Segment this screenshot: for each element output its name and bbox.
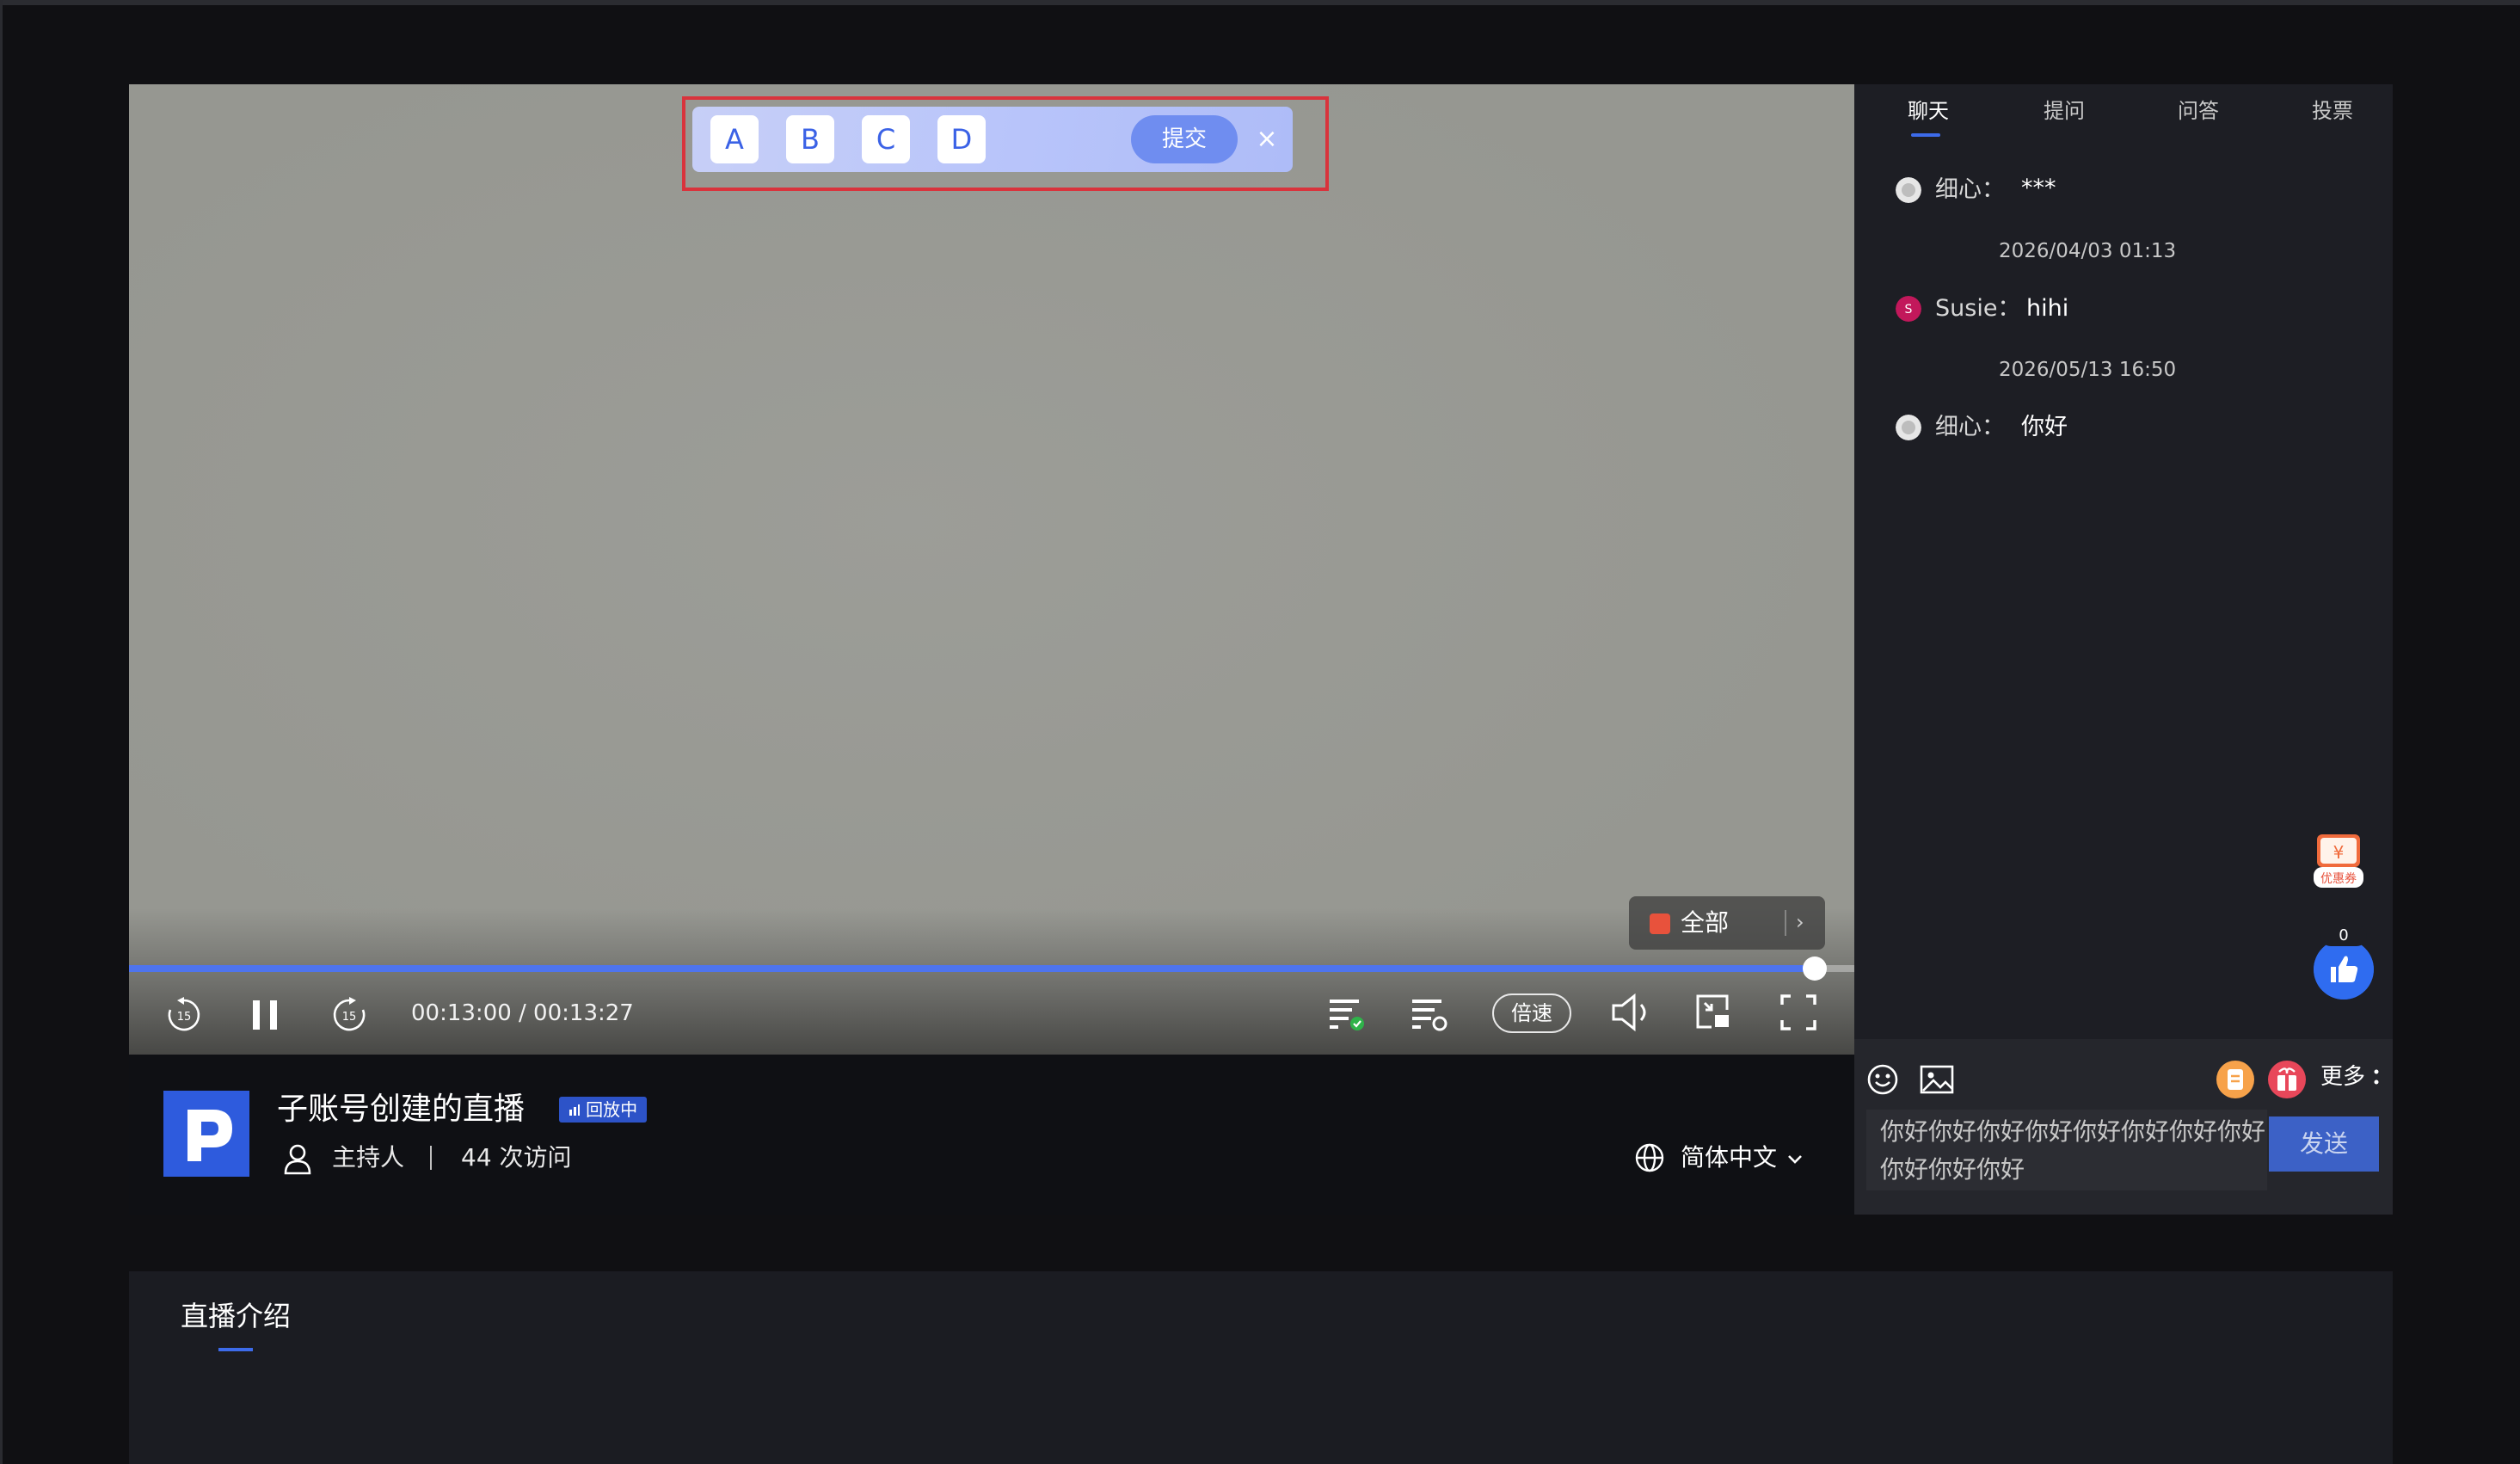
time-display: 00:13:00 / 00:13:27: [411, 1000, 634, 1026]
image-icon[interactable]: [1920, 1065, 1954, 1094]
gift-icon[interactable]: [2267, 1060, 2307, 1099]
svg-text:15: 15: [177, 1011, 192, 1024]
chat-message-time: 2026/04/03 01:13: [1999, 240, 2177, 262]
subtitle-settings-icon[interactable]: [1409, 994, 1450, 1032]
filter-label: 全部: [1681, 908, 1730, 937]
picture-in-picture-icon[interactable]: [1694, 993, 1734, 1032]
tab-qa[interactable]: 问答: [2178, 96, 2219, 126]
language-selector[interactable]: 简体中文: [1681, 1141, 1777, 1175]
volume-icon[interactable]: [1610, 993, 1653, 1032]
stream-title: 子账号创建的直播: [277, 1092, 526, 1127]
like-count: 0: [2320, 926, 2367, 946]
active-tab-indicator: [1911, 133, 1940, 137]
chat-message-text: ***: [2021, 175, 2056, 201]
svg-text:优惠券: 优惠券: [2320, 872, 2357, 886]
chat-message-name: 细心：: [1935, 176, 2005, 203]
more-label[interactable]: 更多: [2320, 1064, 2365, 1090]
emoji-icon[interactable]: [1866, 1063, 1899, 1096]
video-player[interactable]: [129, 84, 1854, 1055]
like-icon[interactable]: [2314, 939, 2374, 1000]
filter-divider: [1785, 910, 1786, 936]
user-icon: [284, 1144, 311, 1175]
chat-message-time: 2026/05/13 16:50: [1999, 359, 2177, 381]
rewind-15-icon[interactable]: 15: [165, 996, 203, 1034]
checkin-icon[interactable]: [2216, 1060, 2255, 1099]
send-button[interactable]: 发送: [2269, 1116, 2379, 1172]
quiz-option-a[interactable]: A: [710, 115, 759, 163]
filter-color-icon: [1650, 913, 1670, 934]
globe-icon[interactable]: [1634, 1142, 1665, 1173]
chat-message-name: Susie：: [1935, 295, 2021, 322]
intro-tab-indicator: [218, 1348, 253, 1351]
chat-message-text: 你好: [2021, 414, 2068, 440]
progress-played: [129, 965, 1815, 972]
window-top-border: [0, 0, 2520, 5]
fullscreen-icon[interactable]: [1779, 993, 1818, 1032]
stream-info-bar: [129, 1055, 1854, 1215]
avatar: S: [1896, 296, 1921, 322]
host-label: 主持人: [332, 1143, 405, 1172]
quiz-close-icon[interactable]: ×: [1254, 122, 1280, 157]
signal-bars-icon: [569, 1104, 580, 1116]
intro-title[interactable]: 直播介绍: [181, 1297, 291, 1335]
progress-handle[interactable]: [1802, 957, 1827, 981]
svg-text:S: S: [1905, 303, 1913, 317]
forward-15-icon[interactable]: 15: [330, 996, 368, 1034]
tab-chat[interactable]: 聊天: [1908, 96, 1949, 126]
quiz-submit-button[interactable]: 提交: [1131, 115, 1238, 163]
filter-arrow-icon[interactable]: ›: [1796, 905, 1804, 939]
quiz-option-c[interactable]: C: [862, 115, 910, 163]
more-menu[interactable]: 更多: [2320, 1061, 2365, 1092]
replay-badge: 回放中: [559, 1097, 647, 1123]
tab-vote[interactable]: 投票: [2312, 96, 2353, 126]
quiz-option-b[interactable]: B: [786, 115, 834, 163]
controls-gradient: [129, 908, 1854, 1055]
avatar: [1896, 415, 1921, 440]
chat-input-text[interactable]: 你好你好你好你好你好你好你好你好你好你好你好: [1880, 1113, 2265, 1189]
coupon-icon[interactable]: ¥ 优惠券: [2312, 833, 2365, 889]
chevron-down-icon[interactable]: [1786, 1149, 1804, 1168]
visit-count: 44 次访问: [461, 1143, 572, 1172]
subtitle-on-icon[interactable]: [1326, 994, 1368, 1032]
more-vertical-icon[interactable]: [2372, 1067, 2381, 1089]
chat-message-name: 细心：: [1935, 414, 2005, 440]
channel-logo: [163, 1091, 249, 1177]
quiz-option-d[interactable]: D: [937, 115, 986, 163]
window-left-border: [0, 0, 3, 1464]
chat-message-text: hihi: [2026, 295, 2069, 322]
playback-speed-button[interactable]: 倍速: [1492, 993, 1571, 1033]
svg-text:15: 15: [342, 1011, 357, 1024]
pause-icon[interactable]: [249, 998, 284, 1032]
svg-text:¥: ¥: [2333, 842, 2345, 863]
replay-badge-label: 回放中: [586, 1099, 638, 1120]
intro-section: [129, 1271, 2393, 1464]
avatar: [1896, 177, 1921, 203]
info-divider: [430, 1146, 432, 1170]
tab-questions[interactable]: 提问: [2044, 96, 2085, 126]
